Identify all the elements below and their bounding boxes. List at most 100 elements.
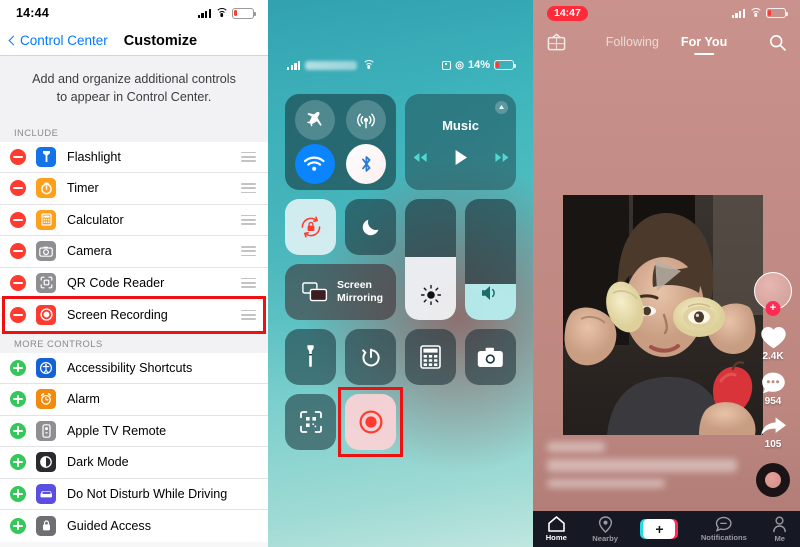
list-item[interactable]: Apple TV Remote [0,415,268,447]
tab-following[interactable]: Following [606,35,659,49]
include-section-header: INCLUDE [0,119,268,142]
control-center-grid: Music Screen Mirroring [285,94,516,457]
list-item-label: Alarm [67,392,100,407]
list-item-label: QR Code Reader [67,275,165,290]
volume-slider[interactable] [465,199,516,320]
highlight-box [338,387,403,457]
add-icon[interactable] [10,485,26,502]
tiktok-panel: 14:47 Following For You + 2.4K 954 105 H… [533,0,800,547]
tab-for-you[interactable]: For You [681,35,727,49]
drag-handle[interactable] [241,277,256,288]
drag-handle[interactable] [241,151,256,162]
play-icon[interactable] [454,149,468,166]
remove-icon[interactable] [10,180,26,197]
camera-icon [477,347,503,367]
nav-nearby[interactable]: Nearby [592,515,618,543]
flashlight-icon [307,345,314,367]
comment-action[interactable]: 954 [760,371,786,407]
like-count: 2.4K [762,351,784,362]
dark-mode-icon [36,452,56,473]
screen-recording-tile-wrapper [338,387,403,457]
flashlight-tile[interactable] [285,329,336,385]
list-item[interactable]: Dark Mode [0,447,268,479]
navigation-bar: Control Center Customize [0,26,268,56]
rotation-lock-tile[interactable] [285,199,336,255]
list-item[interactable]: Guided Access [0,510,268,542]
video-frame[interactable] [563,195,763,435]
screen-mirroring-line2: Mirroring [336,292,384,304]
home-icon [547,516,565,532]
rotation-lock-icon [301,216,320,238]
add-icon[interactable] [10,391,26,408]
location-icon: ◎ [455,59,464,71]
add-icon[interactable] [10,517,26,534]
status-right: ◎ 14% [442,59,516,71]
remove-icon[interactable] [10,243,26,260]
bluetooth-icon[interactable] [346,144,387,184]
drag-handle[interactable] [241,246,256,257]
airplane-icon[interactable] [294,100,335,140]
page-title: Customize [123,32,198,49]
list-item[interactable]: Flashlight [0,141,268,173]
battery-icon [766,8,788,18]
settings-customize-panel: 14:44 Control Center Customize Add and o… [0,0,268,547]
timer-tile[interactable] [345,329,396,385]
share-action[interactable]: 105 [760,416,787,450]
live-tv-icon[interactable] [547,33,566,51]
list-item[interactable]: Timer [0,173,268,205]
nav-notifications-label: Notifications [700,533,747,542]
rewind-icon[interactable] [412,152,428,163]
remove-icon[interactable] [10,211,26,228]
list-item[interactable]: Accessibility Shortcuts [0,352,268,384]
list-item[interactable]: Camera [0,236,268,268]
remove-icon[interactable] [10,306,26,323]
music-disc-icon[interactable] [756,463,790,497]
calculator-tile[interactable] [405,329,456,385]
screen-mirroring-line1: Screen [336,278,372,291]
list-item[interactable]: QR Code Reader [0,267,268,299]
add-icon[interactable] [10,422,26,439]
search-icon[interactable] [769,34,786,51]
nav-me[interactable]: Me [772,515,787,543]
list-item[interactable]: Calculator [0,204,268,236]
more-controls-section-header: MORE CONTROLS [0,330,268,353]
cellular-icon[interactable] [346,100,387,140]
list-item[interactable]: Alarm [0,384,268,416]
remove-icon[interactable] [10,274,26,291]
drag-handle[interactable] [241,214,256,225]
nav-notifications[interactable]: Notifications [701,516,747,542]
wifi-icon [215,8,228,18]
wifi-icon[interactable] [294,144,335,184]
battery-low-icon [232,7,256,19]
remove-icon[interactable] [10,148,26,165]
avatar-with-follow[interactable]: + [754,272,792,316]
list-item-screen-recording[interactable]: Screen Recording [0,296,268,334]
like-action[interactable]: 2.4K [760,325,787,362]
status-bar: 14:44 [0,0,268,26]
nav-home[interactable]: Home [546,516,567,542]
plus-icon[interactable]: + [765,301,781,316]
do-not-disturb-tile[interactable] [345,199,396,255]
create-post-icon[interactable]: + [640,519,679,539]
guided-access-icon [36,515,56,536]
fast-forward-icon[interactable] [494,152,510,163]
top-navigation: Following For You [533,27,800,57]
screen-mirroring-tile[interactable]: Screen Mirroring [285,264,396,320]
airplay-icon[interactable] [495,101,508,114]
caption-text-redacted-line2 [547,479,665,488]
add-icon[interactable] [10,359,26,376]
record-icon [36,304,56,325]
list-item[interactable]: Do Not Disturb While Driving [0,478,268,510]
list-item-label: Do Not Disturb While Driving [67,486,228,501]
brightness-slider[interactable] [405,199,456,320]
qr-code-tile[interactable] [285,394,336,450]
qr-code-icon [36,272,56,293]
add-icon[interactable] [10,454,26,471]
drag-handle[interactable] [241,183,256,194]
message-icon [716,516,732,532]
wifi-icon [749,8,762,18]
camera-tile[interactable] [465,329,516,385]
music-module[interactable]: Music [405,94,516,190]
back-button[interactable]: Control Center [8,33,108,48]
drag-handle[interactable] [241,309,256,320]
